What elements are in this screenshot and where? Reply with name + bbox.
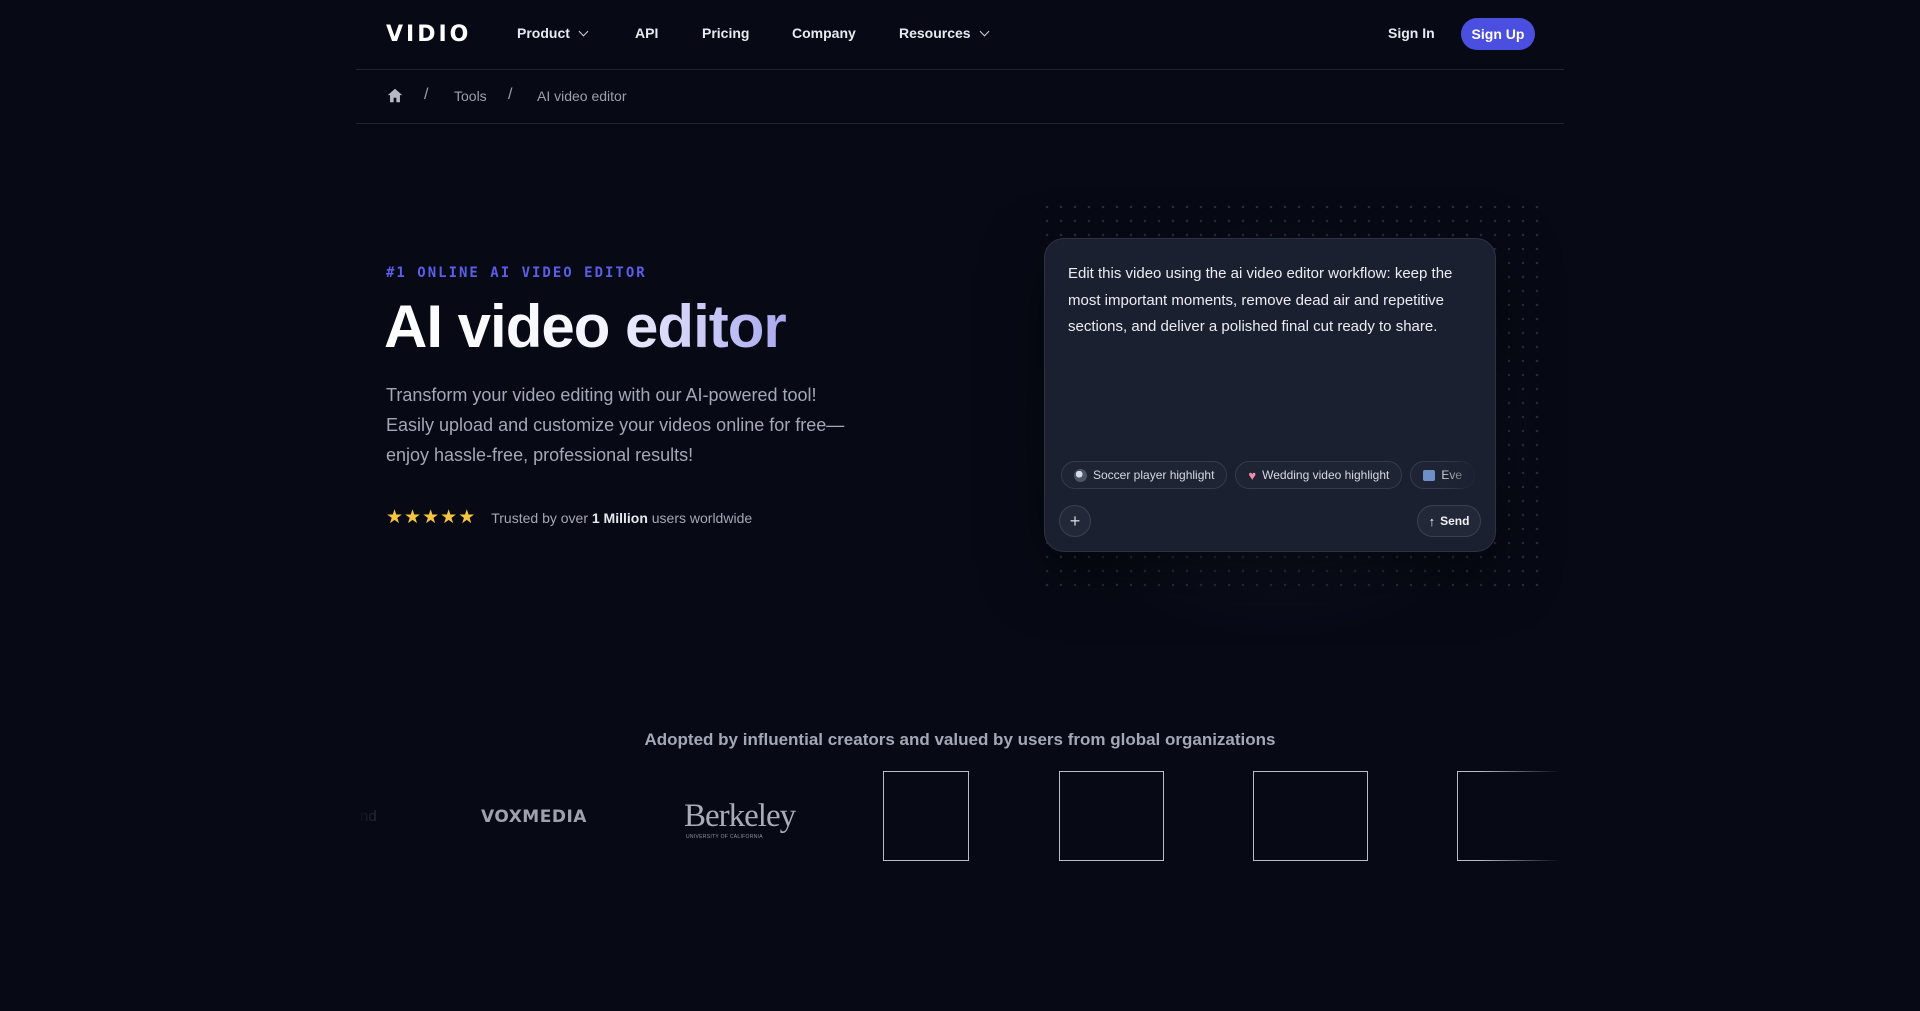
logo-placeholder bbox=[1457, 771, 1560, 861]
send-label: Send bbox=[1440, 514, 1470, 528]
partial-logo: nd bbox=[360, 808, 377, 825]
star-icon: ★ bbox=[422, 507, 440, 528]
chip-event[interactable]: Eve bbox=[1410, 461, 1476, 489]
top-nav: VIDIO Product API Pricing Company Resour… bbox=[356, 0, 1564, 70]
adopted-heading: Adopted by influential creators and valu… bbox=[644, 730, 1276, 749]
logo-carousel: nd VOXMEDIA Berkeley UNIVERSITY OF CALIF… bbox=[356, 770, 1560, 864]
add-attachment-button[interactable]: + bbox=[1059, 505, 1091, 537]
star-icon: ★ bbox=[440, 507, 458, 528]
heart-icon: ♥ bbox=[1248, 467, 1257, 483]
arrow-up-icon: ↑ bbox=[1428, 513, 1436, 529]
voxmedia-logo: VOXMEDIA bbox=[481, 807, 587, 827]
trusted-prefix: Trusted by over bbox=[491, 509, 588, 526]
chip-wedding[interactable]: ♥ Wedding video highlight bbox=[1235, 461, 1403, 489]
chip-soccer[interactable]: Soccer player highlight bbox=[1061, 461, 1228, 489]
hero-subtitle: Transform your video editing with our AI… bbox=[386, 385, 845, 465]
nav-resources-label: Resources bbox=[899, 25, 971, 41]
brand-logo[interactable]: VIDIO bbox=[386, 22, 471, 47]
hero-kicker: #1 ONLINE AI VIDEO EDITOR bbox=[386, 265, 647, 281]
soccer-ball-icon bbox=[1074, 468, 1087, 482]
logo-placeholder bbox=[1059, 771, 1164, 861]
page-title: AI video editor bbox=[384, 293, 787, 360]
photos-icon bbox=[1423, 469, 1436, 481]
berkeley-logo: Berkeley bbox=[684, 798, 796, 834]
rating-row: ★ ★ ★ ★ ★ Trusted by over 1 Million user… bbox=[386, 508, 752, 527]
nav-api[interactable]: API bbox=[635, 25, 658, 41]
prompt-input[interactable]: Edit this video using the ai video edito… bbox=[1068, 261, 1478, 341]
chip-label: Soccer player highlight bbox=[1093, 468, 1215, 482]
berkeley-subtitle: UNIVERSITY OF CALIFORNIA bbox=[686, 834, 763, 840]
nav-product[interactable]: Product bbox=[517, 25, 589, 41]
nav-company[interactable]: Company bbox=[792, 25, 856, 41]
nav-api-label: API bbox=[635, 25, 659, 41]
suggestion-chips: Soccer player highlight ♥ Wedding video … bbox=[1061, 461, 1481, 491]
breadcrumb-separator: / bbox=[424, 86, 429, 103]
star-rating: ★ ★ ★ ★ ★ bbox=[386, 508, 475, 527]
chip-label: Eve bbox=[1441, 468, 1463, 482]
prompt-card: Edit this video using the ai video edito… bbox=[1044, 238, 1496, 552]
chevron-down-icon bbox=[979, 26, 990, 36]
star-icon: ★ bbox=[458, 507, 476, 528]
star-icon: ★ bbox=[386, 507, 404, 528]
breadcrumb: / Tools / AI video editor bbox=[356, 70, 1564, 124]
star-icon: ★ bbox=[404, 507, 422, 528]
logo-placeholder bbox=[1253, 771, 1368, 861]
trusted-count: 1 Million bbox=[591, 509, 648, 526]
nav-pricing-label: Pricing bbox=[702, 25, 750, 41]
nav-pricing[interactable]: Pricing bbox=[702, 25, 749, 41]
logo-placeholder bbox=[883, 771, 969, 861]
plus-icon: + bbox=[1069, 510, 1081, 531]
sign-up-button[interactable]: Sign Up bbox=[1461, 18, 1535, 50]
send-button[interactable]: ↑ Send bbox=[1417, 505, 1481, 537]
breadcrumb-separator: / bbox=[508, 86, 513, 103]
trusted-text: Trusted by over 1 Million users worldwid… bbox=[491, 510, 752, 526]
sign-in-link[interactable]: Sign In bbox=[1388, 25, 1435, 41]
chevron-down-icon bbox=[578, 26, 589, 36]
trusted-suffix: users worldwide bbox=[651, 509, 753, 526]
chip-label: Wedding video highlight bbox=[1262, 468, 1390, 482]
nav-company-label: Company bbox=[792, 25, 856, 41]
nav-resources[interactable]: Resources bbox=[899, 25, 990, 41]
nav-product-label: Product bbox=[517, 25, 570, 41]
breadcrumb-current: AI video editor bbox=[537, 88, 627, 104]
breadcrumb-tools[interactable]: Tools bbox=[454, 88, 487, 104]
home-icon[interactable] bbox=[386, 87, 404, 105]
